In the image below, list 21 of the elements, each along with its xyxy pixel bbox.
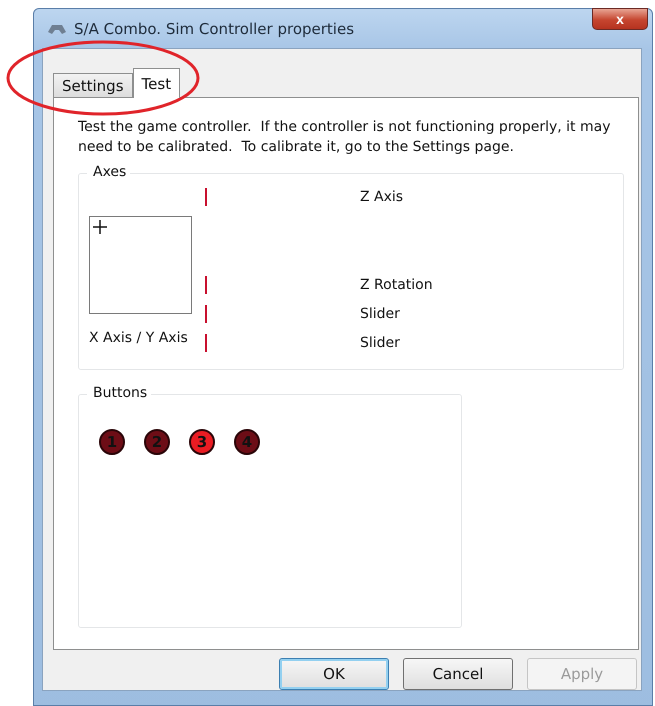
tab[interactable]: Settings — [53, 73, 133, 97]
crosshair-icon — [93, 220, 107, 234]
axis-position-marker — [205, 334, 207, 352]
axis-position-marker — [205, 304, 207, 322]
axis-label: Slider — [360, 334, 400, 352]
tab[interactable]: Test — [132, 68, 180, 98]
close-button[interactable]: x — [592, 8, 648, 30]
axis-position-marker — [205, 188, 207, 206]
axis-label: Slider — [360, 304, 400, 324]
dialog-button[interactable]: OK — [279, 658, 389, 690]
description-text: Test the game controller. If the controller is not functioning properly, it may need to be calibrated. To calibrate it, go to the Settings page. — [78, 118, 612, 157]
axis-position-marker — [205, 276, 207, 294]
axis-label: Z Axis — [360, 188, 404, 206]
button-indicator: 1 — [99, 429, 125, 455]
button-indicator: 4 — [234, 429, 260, 455]
button-indicator: 2 — [144, 429, 170, 455]
axis-label: Z Rotation — [360, 276, 433, 294]
dialog-button[interactable]: Cancel — [403, 658, 513, 690]
window-title: S/A Combo. Sim Controller properties — [74, 20, 354, 38]
axis-label: X Axis / Y Axis — [89, 329, 189, 348]
button-indicator: 3 — [189, 429, 215, 455]
